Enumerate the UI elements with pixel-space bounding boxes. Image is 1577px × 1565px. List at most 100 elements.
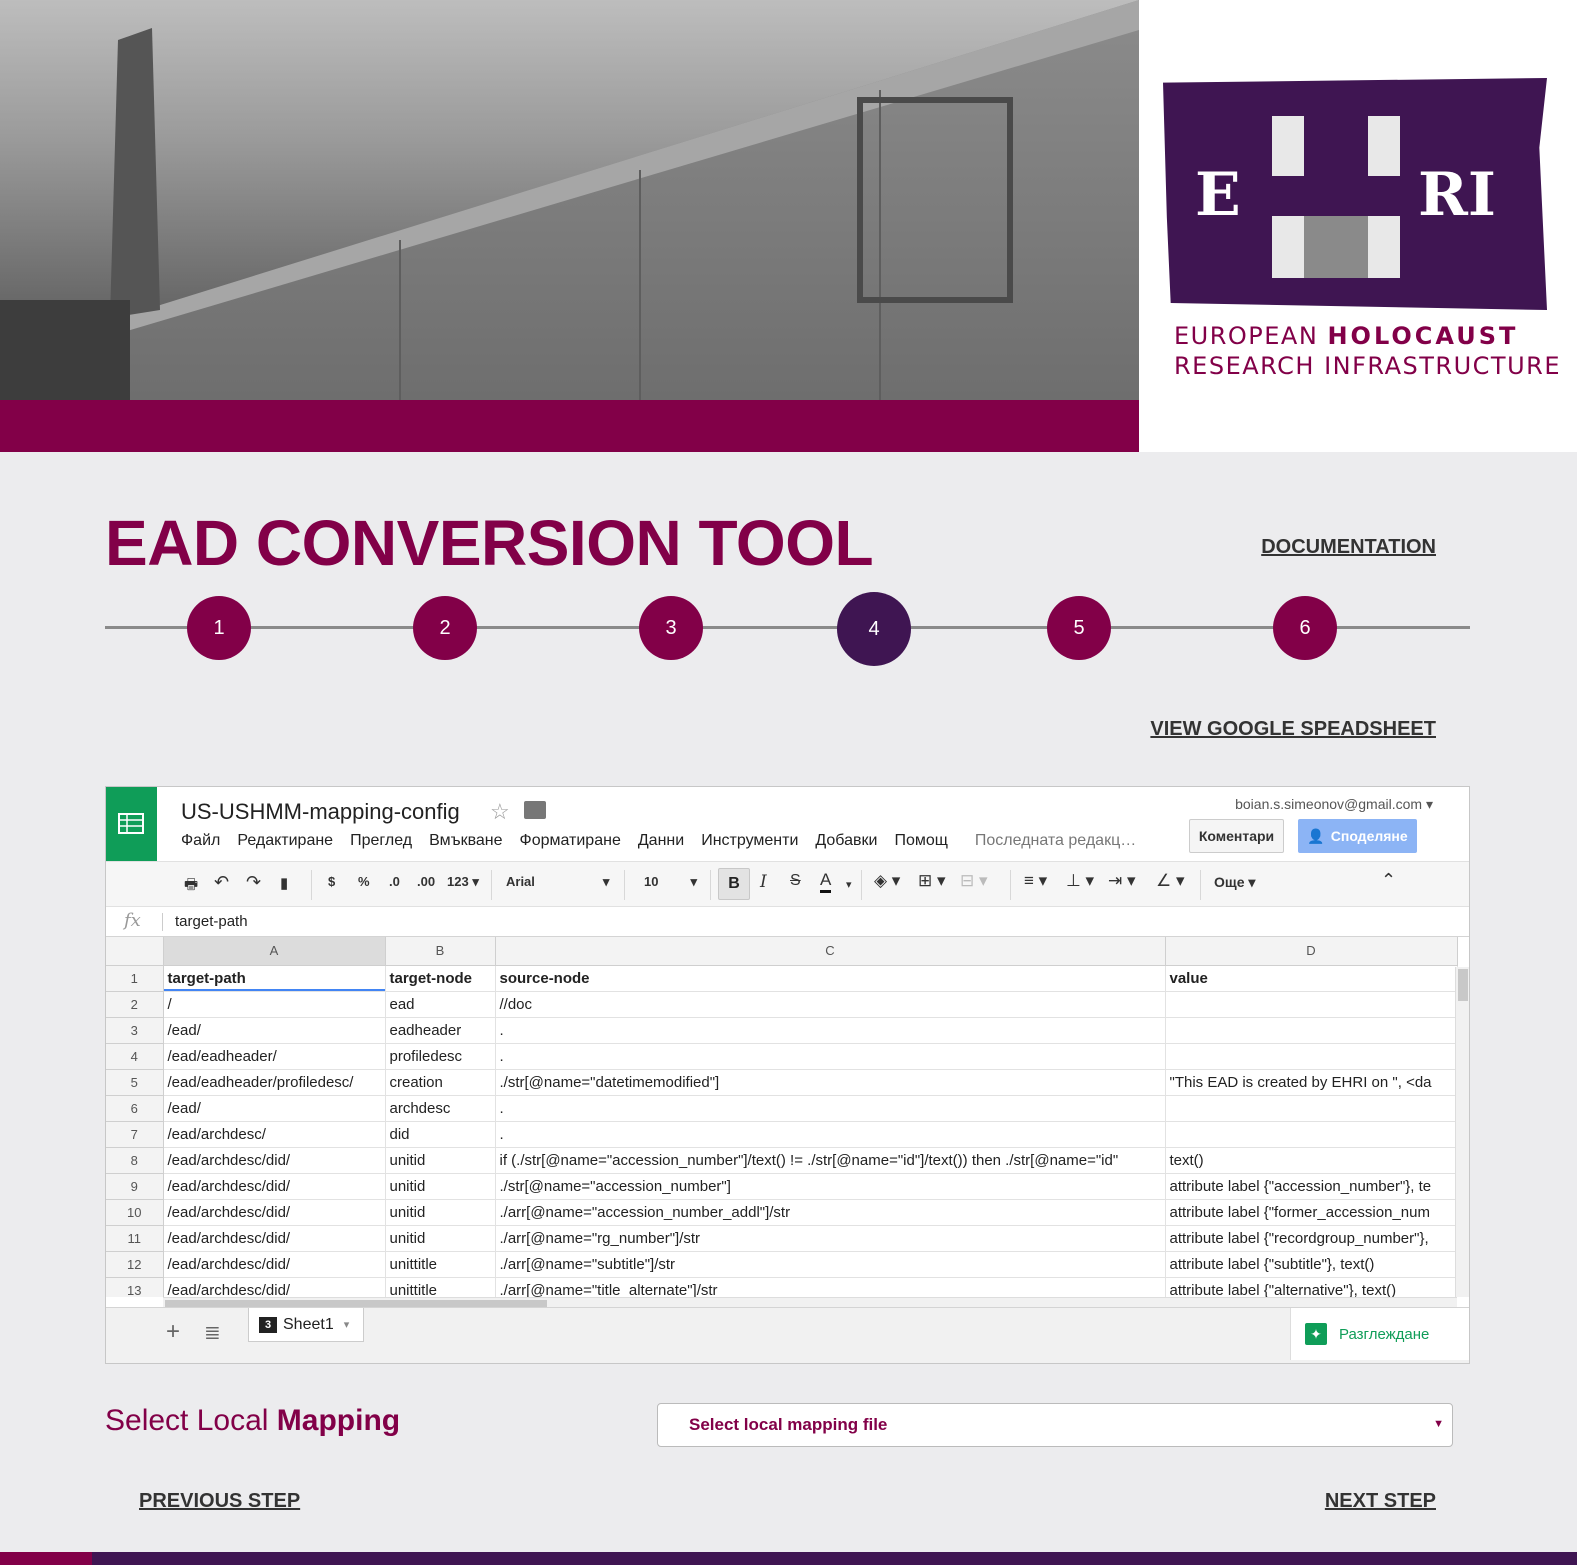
row-header[interactable]: 4 xyxy=(106,1043,164,1070)
step-1[interactable]: 1 xyxy=(187,596,251,660)
step-4-active[interactable]: 4 xyxy=(837,592,911,666)
table-cell[interactable]: creation xyxy=(385,1069,496,1096)
table-cell[interactable] xyxy=(1165,1017,1458,1044)
menu-format[interactable]: Форматиране xyxy=(520,832,621,850)
row-header[interactable]: 3 xyxy=(106,1017,164,1044)
table-cell[interactable]: text() xyxy=(1165,1147,1458,1174)
table-cell[interactable]: /ead/ xyxy=(163,1095,386,1122)
table-cell[interactable]: value xyxy=(1165,965,1458,992)
paint-format-icon[interactable]: ▮ xyxy=(280,874,288,892)
table-cell[interactable] xyxy=(1165,1095,1458,1122)
table-cell[interactable]: ./str[@name="datetimemodified"] xyxy=(495,1069,1166,1096)
table-cell[interactable]: unitid xyxy=(385,1225,496,1252)
undo-icon[interactable]: ↶ xyxy=(214,872,229,893)
table-cell[interactable]: unitid xyxy=(385,1173,496,1200)
add-sheet-icon[interactable]: + xyxy=(166,1318,180,1346)
step-6[interactable]: 6 xyxy=(1273,596,1337,660)
row-header[interactable]: 5 xyxy=(106,1069,164,1096)
menu-help[interactable]: Помощ xyxy=(894,832,947,850)
vertical-align-icon[interactable]: ⊥ ▾ xyxy=(1066,871,1094,891)
row-header[interactable]: 8 xyxy=(106,1147,164,1174)
table-cell[interactable]: /ead/archdesc/did/ xyxy=(163,1199,386,1226)
menu-addons[interactable]: Добавки xyxy=(815,832,877,850)
table-cell[interactable]: profiledesc xyxy=(385,1043,496,1070)
column-header-d[interactable]: D xyxy=(1165,937,1458,966)
table-cell[interactable]: attribute label {"former_accession_num xyxy=(1165,1199,1458,1226)
table-cell[interactable] xyxy=(1165,991,1458,1018)
row-header[interactable]: 13 xyxy=(106,1277,164,1297)
table-cell[interactable]: archdesc xyxy=(385,1095,496,1122)
table-cell[interactable]: ./arr[@name="rg_number"]/str xyxy=(495,1225,1166,1252)
step-5[interactable]: 5 xyxy=(1047,596,1111,660)
percent-format-button[interactable]: % xyxy=(358,874,370,889)
table-cell[interactable]: attribute label {"alternative"}, text() xyxy=(1165,1277,1458,1297)
sheet-tab-chevron-icon[interactable]: ▾ xyxy=(344,1318,350,1331)
table-cell[interactable]: attribute label {"accession_number"}, te xyxy=(1165,1173,1458,1200)
vertical-scrollbar[interactable] xyxy=(1455,967,1469,1297)
explore-button[interactable]: ✦ Разглеждане xyxy=(1290,1308,1469,1360)
collapse-icon[interactable]: ⌃ xyxy=(1381,870,1396,891)
table-cell[interactable]: source-node xyxy=(495,965,1166,992)
table-cell[interactable]: unittitle xyxy=(385,1251,496,1278)
table-cell[interactable]: / xyxy=(163,991,386,1018)
folder-icon[interactable] xyxy=(524,801,546,819)
currency-format-button[interactable]: $ xyxy=(328,874,335,889)
print-icon[interactable]: 🖶 xyxy=(184,874,198,899)
row-header[interactable]: 1 xyxy=(106,965,164,992)
borders-icon[interactable]: ⊞ ▾ xyxy=(918,871,946,891)
table-cell[interactable]: if (./str[@name="accession_number"]/text… xyxy=(495,1147,1166,1174)
table-cell[interactable]: eadheader xyxy=(385,1017,496,1044)
previous-step-link[interactable]: PREVIOUS STEP xyxy=(139,1490,300,1513)
all-sheets-icon[interactable]: ≣ xyxy=(204,1320,221,1345)
comments-button[interactable]: Коментари xyxy=(1189,819,1284,853)
table-cell[interactable]: attribute label {"recordgroup_number"}, xyxy=(1165,1225,1458,1252)
horizontal-align-icon[interactable]: ≡ ▾ xyxy=(1024,871,1047,891)
table-cell[interactable]: //doc xyxy=(495,991,1166,1018)
table-cell[interactable]: unittitle xyxy=(385,1277,496,1297)
select-all-corner[interactable] xyxy=(106,937,164,966)
table-cell[interactable]: . xyxy=(495,1095,1166,1122)
table-cell[interactable]: ./arr[@name="title_alternate"]/str xyxy=(495,1277,1166,1297)
text-rotation-icon[interactable]: ∠ ▾ xyxy=(1156,871,1185,891)
table-cell[interactable]: ./arr[@name="subtitle"]/str xyxy=(495,1251,1166,1278)
table-cell[interactable]: /ead/archdesc/did/ xyxy=(163,1251,386,1278)
local-mapping-select[interactable]: Select local mapping file ▼ xyxy=(657,1403,1453,1447)
table-cell[interactable]: /ead/archdesc/ xyxy=(163,1121,386,1148)
account-email[interactable]: boian.s.simeonov@gmail.com ▾ xyxy=(1235,796,1433,813)
table-cell[interactable]: target-path xyxy=(163,965,386,992)
menu-file[interactable]: Файл xyxy=(181,832,220,850)
formula-input[interactable]: target-path xyxy=(175,913,248,930)
text-color-chevron-icon[interactable]: ▾ xyxy=(846,878,852,891)
menu-data[interactable]: Данни xyxy=(638,832,684,850)
sheets-logo-icon[interactable] xyxy=(106,787,157,861)
table-cell[interactable]: . xyxy=(495,1017,1166,1044)
table-cell[interactable]: /ead/ xyxy=(163,1017,386,1044)
fill-color-icon[interactable]: ◈ ▾ xyxy=(874,871,900,891)
merge-cells-icon[interactable]: ⊟ ▾ xyxy=(960,871,988,891)
next-step-link[interactable]: NEXT STEP xyxy=(1325,1490,1436,1513)
row-header[interactable]: 12 xyxy=(106,1251,164,1278)
bold-button[interactable]: B xyxy=(718,868,750,900)
table-cell[interactable]: ead xyxy=(385,991,496,1018)
table-cell[interactable]: /ead/archdesc/did/ xyxy=(163,1277,386,1297)
table-cell[interactable]: did xyxy=(385,1121,496,1148)
sheet-tab[interactable]: 3 Sheet1 ▾ xyxy=(248,1308,364,1342)
row-header[interactable]: 9 xyxy=(106,1173,164,1200)
vertical-scroll-thumb[interactable] xyxy=(1458,969,1468,1001)
menu-view[interactable]: Преглед xyxy=(350,832,412,850)
table-cell[interactable]: . xyxy=(495,1121,1166,1148)
table-cell[interactable]: . xyxy=(495,1043,1166,1070)
table-cell[interactable]: unitid xyxy=(385,1199,496,1226)
step-2[interactable]: 2 xyxy=(413,596,477,660)
strikethrough-button[interactable]: S xyxy=(790,872,801,890)
table-cell[interactable]: ./str[@name="accession_number"] xyxy=(495,1173,1166,1200)
table-cell[interactable] xyxy=(1165,1121,1458,1148)
font-family-dropdown[interactable]: Arial ▾ xyxy=(506,874,609,890)
table-cell[interactable]: /ead/eadheader/profiledesc/ xyxy=(163,1069,386,1096)
table-cell[interactable]: attribute label {"subtitle"}, text() xyxy=(1165,1251,1458,1278)
row-header[interactable]: 11 xyxy=(106,1225,164,1252)
table-cell[interactable]: target-node xyxy=(385,965,496,992)
row-header[interactable]: 2 xyxy=(106,991,164,1018)
table-cell[interactable]: ./arr[@name="accession_number_addl"]/str xyxy=(495,1199,1166,1226)
table-cell[interactable] xyxy=(1165,1043,1458,1070)
